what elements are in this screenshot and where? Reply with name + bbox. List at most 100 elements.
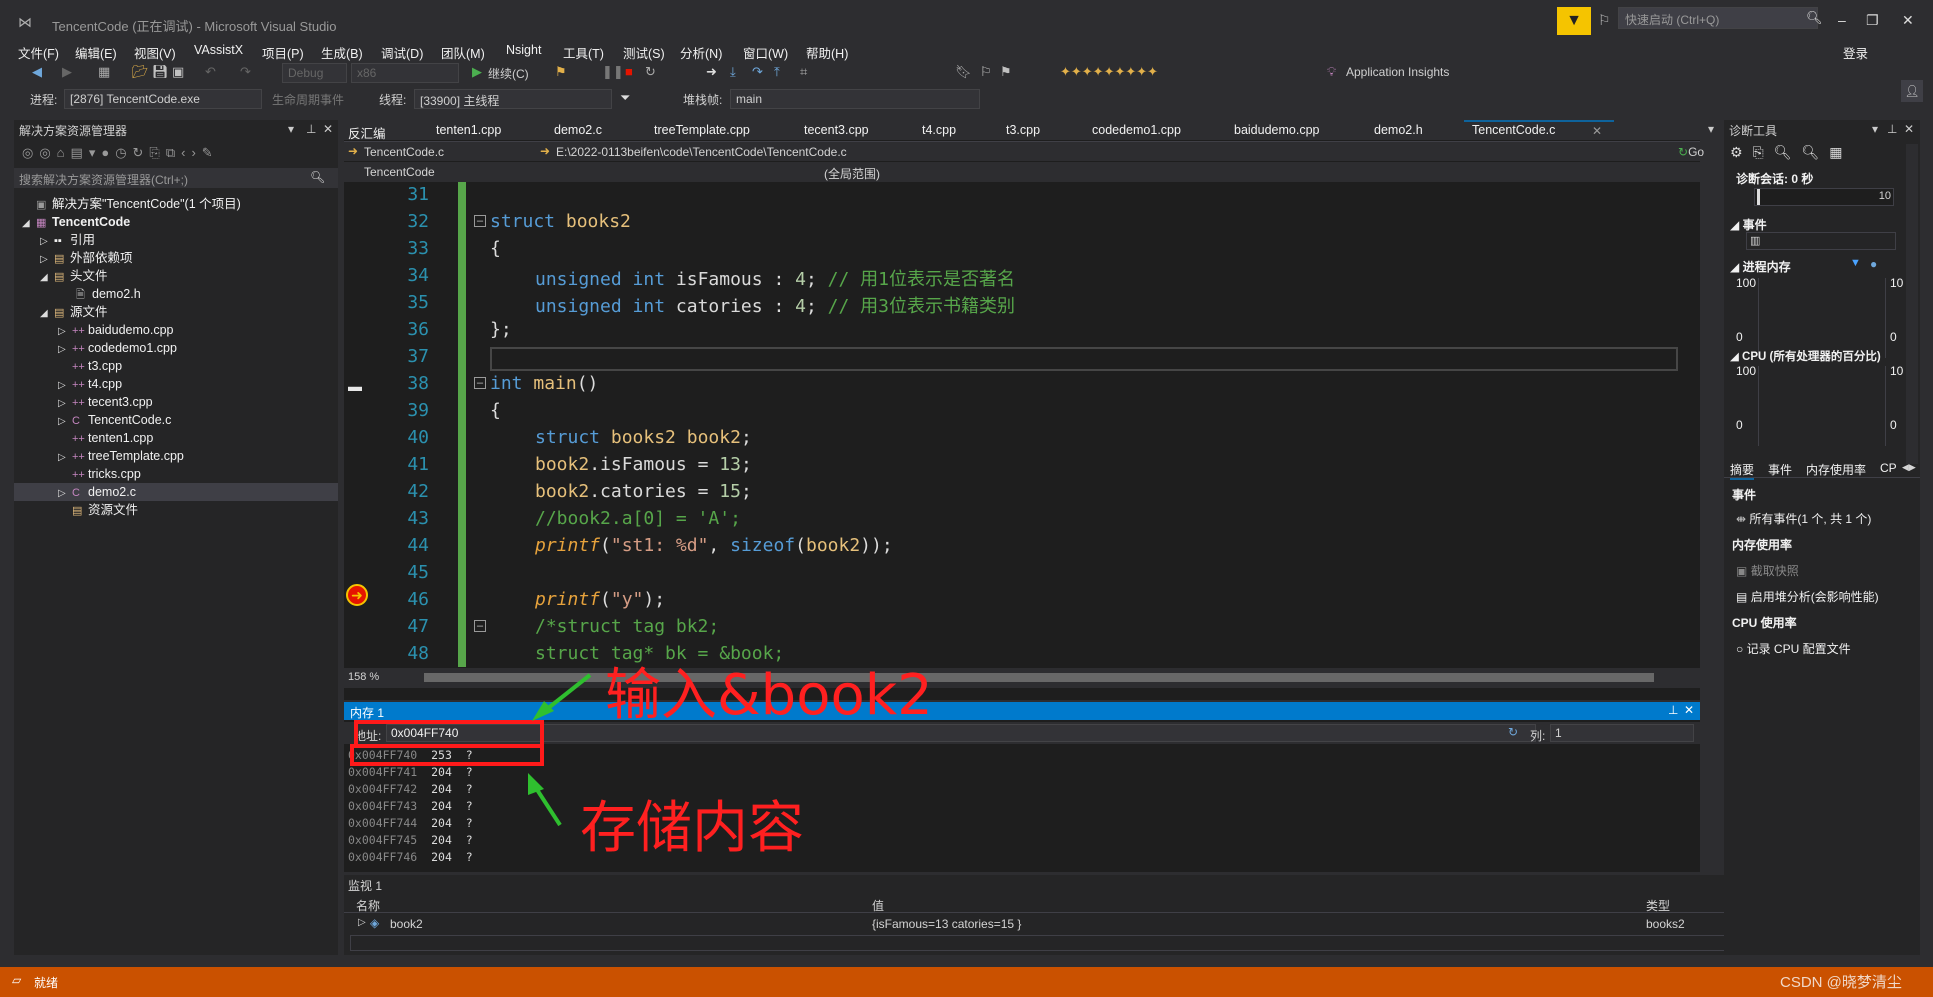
panel-dropdown-icon[interactable]: ▾ [1872,122,1878,136]
scope-select[interactable]: (全局范围) [824,165,880,182]
bookmark-prev-icon[interactable]: ⚐ [980,64,992,80]
menu-view[interactable]: 视图(V) [134,43,176,62]
tab-demo2-c[interactable]: demo2.c [554,123,602,137]
pin-icon[interactable]: ⊥ [306,122,316,136]
memory-row[interactable]: 0x004FF744 204 ? [348,816,473,830]
memory-row[interactable]: 0x004FF741 204 ? [348,765,473,779]
diag-close-icon[interactable]: ✕ [1904,122,1914,136]
redo-icon[interactable]: ↷ [240,64,251,80]
step-over-icon[interactable]: ↷ [752,64,763,80]
save-icon[interactable]: 💾︎ [152,64,169,80]
memory-row[interactable]: 0x004FF746 204 ? [348,850,473,864]
step-into-icon[interactable]: ⤓ [730,64,736,80]
menu-help[interactable]: 帮助(H) [806,43,848,62]
tree-item-tencentcode-c[interactable]: ▷ C TencentCode.c [58,411,171,429]
search-icon[interactable]: 🔍︎ [310,170,325,184]
nav-file-select[interactable]: TencentCode.c [364,145,444,159]
tree-item-codedemo1[interactable]: ▷ ++ codedemo1.cpp [58,339,177,357]
tree-item-external-deps[interactable]: ▷ ▤ 外部依赖项 [40,249,133,267]
quick-launch-input[interactable]: 快速启动 (Ctrl+Q) [1618,7,1818,29]
diag-cpu-header[interactable]: ◢ CPU (所有处理器的百分比) [1730,348,1881,364]
collapse-icon[interactable]: − [474,215,486,227]
close-button[interactable]: ✕ [1902,12,1914,29]
enable-heap-profiling-button[interactable]: ▤ 启用堆分析(会影响性能) [1736,588,1879,605]
forward-icon[interactable]: ▶ [62,64,72,80]
tab-memory-usage[interactable]: 内存使用率 [1806,461,1866,478]
stop-icon[interactable]: ■ [625,64,633,79]
refresh-icon[interactable]: ↻ [1508,725,1518,739]
diag-toolbar-icons[interactable]: ⚙⎘🔍︎🔍︎▦ [1730,144,1853,160]
tab-treetemplate[interactable]: treeTemplate.cpp [654,123,750,137]
tree-item-tenten1[interactable]: ++ tenten1.cpp [58,429,153,447]
scope-project-select[interactable]: TencentCode [364,165,435,179]
pause-icon[interactable]: ❚❚ [602,64,624,80]
back-icon[interactable]: ◀ [32,64,42,80]
menu-vassistx[interactable]: VAssistX [194,43,243,57]
diag-scrollbar[interactable] [1906,144,1918,464]
memory-row[interactable]: 0x004FF743 204 ? [348,799,473,813]
search-icon[interactable]: 🔍︎ [1806,10,1823,26]
thread-select[interactable]: [33900] 主线程 [414,89,612,109]
memory-close-icon[interactable]: ✕ [1684,703,1694,717]
tab-t4[interactable]: t4.cpp [922,123,956,137]
continue-button[interactable]: 继续(C) [488,65,529,82]
menu-file[interactable]: 文件(F) [18,43,59,62]
bookmark-icon[interactable]: 🔖︎ [955,64,972,80]
save-all-icon[interactable]: ▣ [172,64,184,80]
tree-item-demo2-c[interactable]: ▷ Cdemo2.c [14,483,338,501]
notification-filter-icon[interactable]: ▼ [1557,7,1591,35]
minimize-button[interactable]: ‒ [1838,12,1846,28]
hex-display-icon[interactable]: ⌗ [800,64,807,80]
solution-search-input[interactable]: 搜索解决方案资源管理器(Ctrl+;) [14,168,338,188]
zoom-level[interactable]: 158 % [348,671,379,683]
process-select[interactable]: [2876] TencentCode.exe [64,89,262,109]
tab-t3[interactable]: t3.cpp [1006,123,1040,137]
open-file-icon[interactable]: 📂︎ [132,64,149,80]
tab-baidudemo[interactable]: baidudemo.cpp [1234,123,1319,137]
tree-item-t3[interactable]: ++ t3.cpp [58,357,122,375]
menu-tools[interactable]: 工具(T) [563,43,604,62]
vassistx-tools-icon[interactable]: ✦✦✦✦✦✦✦✦✦ [1060,64,1158,80]
configuration-select[interactable]: Debug [282,63,347,83]
stack-frame-select[interactable]: main [730,89,980,109]
pin-icon[interactable]: ⊥ [1887,122,1897,136]
panel-close-icon[interactable]: ✕ [323,122,333,136]
take-snapshot-button[interactable]: ▣ 截取快照 [1736,562,1799,579]
tab-events[interactable]: 事件 [1768,461,1792,478]
menu-window[interactable]: 窗口(W) [743,43,788,62]
application-insights-button[interactable]: Application Insights [1346,65,1449,79]
diag-events-header[interactable]: ◢ 事件 [1730,216,1767,233]
vertical-scrollbar[interactable] [1704,182,1720,667]
watch-header-name[interactable]: 名称 [356,897,380,914]
tab-tecent3[interactable]: tecent3.cpp [804,123,869,137]
tree-item-header-files[interactable]: ◢ ▤ 头文件 [40,267,108,285]
diag-process-memory-header[interactable]: ◢ 进程内存 [1730,258,1791,275]
menu-edit[interactable]: 编辑(E) [75,43,117,62]
tree-item-baidudemo[interactable]: ▷ ++ baidudemo.cpp [58,321,173,339]
undo-icon[interactable]: ↶ [205,64,216,80]
go-button[interactable]: ↻Go [1678,145,1704,159]
feedback-icon[interactable]: ⚐ [1598,12,1611,29]
menu-nsight[interactable]: Nsight [506,43,541,57]
menu-project[interactable]: 项目(P) [262,43,304,62]
tab-cpu[interactable]: CP [1880,461,1897,475]
restart-icon[interactable]: ↻ [645,64,656,80]
restore-button[interactable]: ❐ [1866,12,1879,29]
memory-scrollbar[interactable] [1704,746,1720,870]
tab-tencentcode-c-active[interactable]: TencentCode.c ✕ [1464,120,1614,140]
continue-icon[interactable]: ▶ [472,64,482,80]
tree-item-resource-files[interactable]: ▤ 资源文件 [58,501,138,519]
lifecycle-events-button[interactable]: 生命周期事件 [272,91,344,108]
login-link[interactable]: 登录 [1843,43,1868,62]
memory-row[interactable]: 0x004FF742 204 ? [348,782,473,796]
tree-item-tricks[interactable]: ++ tricks.cpp [58,465,141,483]
tree-item-references[interactable]: ▷ ▪▪ 引用 [40,231,95,249]
platform-select[interactable]: x86 [351,63,459,83]
collapse-icon[interactable]: − [474,620,486,632]
diag-timeline[interactable]: 10 [1754,188,1894,206]
tree-item-tecent3[interactable]: ▷ ++ tecent3.cpp [58,393,153,411]
tab-demo2-h[interactable]: demo2.h [1374,123,1423,137]
expand-icon[interactable]: ▷ [358,917,366,928]
menu-build[interactable]: 生成(B) [321,43,363,62]
tab-close-icon[interactable]: ✕ [1592,124,1602,138]
